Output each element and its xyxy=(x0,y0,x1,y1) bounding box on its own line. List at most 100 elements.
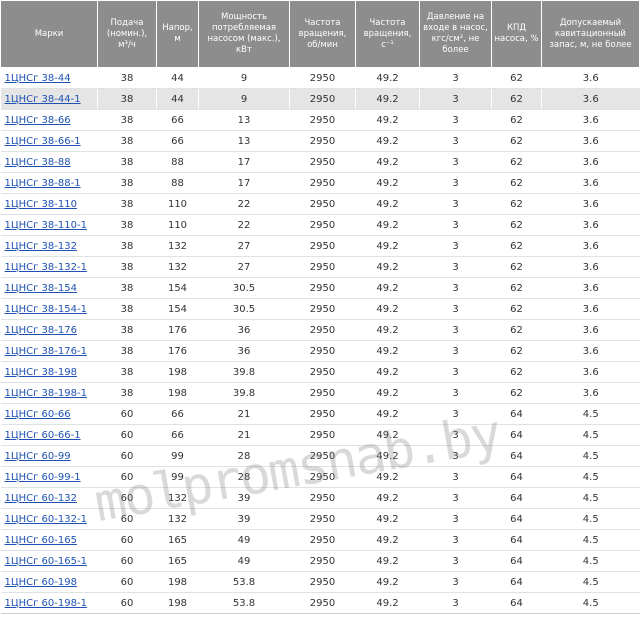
value-cell: 39 xyxy=(198,508,290,530)
model-link[interactable]: 1ЦНСг 60-198-1 xyxy=(5,598,87,609)
model-link[interactable]: 1ЦНСг 38-132 xyxy=(5,241,77,252)
value-cell: 154 xyxy=(156,277,199,299)
value-cell: 53.8 xyxy=(198,592,290,614)
value-cell: 3 xyxy=(419,256,492,278)
value-cell: 3 xyxy=(419,298,492,320)
model-link[interactable]: 1ЦНСг 60-99 xyxy=(5,451,71,462)
value-cell: 38 xyxy=(97,235,157,257)
value-cell: 3 xyxy=(419,151,492,173)
model-link[interactable]: 1ЦНСг 38-176-1 xyxy=(5,346,87,357)
value-cell: 49.2 xyxy=(355,130,420,152)
model-cell: 1ЦНСг 60-198-1 xyxy=(0,592,98,614)
value-cell: 2950 xyxy=(289,298,356,320)
value-cell: 49.2 xyxy=(355,319,420,341)
value-cell: 3 xyxy=(419,193,492,215)
value-cell: 62 xyxy=(491,382,542,404)
value-cell: 17 xyxy=(198,172,290,194)
value-cell: 3 xyxy=(419,466,492,488)
model-link[interactable]: 1ЦНСг 38-154-1 xyxy=(5,304,87,315)
model-link[interactable]: 1ЦНСг 60-66 xyxy=(5,409,71,420)
value-cell: 4.5 xyxy=(541,508,640,530)
table-row: 1ЦНСг 38-110 38 110 22 2950 49.2 3 62 3.6 xyxy=(0,193,640,215)
value-cell: 49.2 xyxy=(355,466,420,488)
model-link[interactable]: 1ЦНСг 60-99-1 xyxy=(5,472,81,483)
table-row: 1ЦНСг 38-66-1 38 66 13 2950 49.2 3 62 3.6 xyxy=(0,130,640,152)
table-row: 1ЦНСг 38-176 38 176 36 2950 49.2 3 62 3.6 xyxy=(0,319,640,341)
value-cell: 49.2 xyxy=(355,382,420,404)
value-cell: 60 xyxy=(97,403,157,425)
value-cell: 3 xyxy=(419,235,492,257)
value-cell: 38 xyxy=(97,130,157,152)
value-cell: 4.5 xyxy=(541,592,640,614)
value-cell: 66 xyxy=(156,130,199,152)
value-cell: 21 xyxy=(198,424,290,446)
value-cell: 64 xyxy=(491,571,542,593)
value-cell: 2950 xyxy=(289,424,356,446)
value-cell: 2950 xyxy=(289,319,356,341)
model-link[interactable]: 1ЦНСг 38-66 xyxy=(5,115,71,126)
model-link[interactable]: 1ЦНСг 60-165-1 xyxy=(5,556,87,567)
model-cell: 1ЦНСг 60-99 xyxy=(0,445,98,467)
value-cell: 60 xyxy=(97,592,157,614)
model-link[interactable]: 1ЦНСг 60-66-1 xyxy=(5,430,81,441)
value-cell: 22 xyxy=(198,193,290,215)
value-cell: 9 xyxy=(198,67,290,89)
value-cell: 2950 xyxy=(289,592,356,614)
value-cell: 62 xyxy=(491,130,542,152)
value-cell: 38 xyxy=(97,214,157,236)
model-link[interactable]: 1ЦНСг 38-154 xyxy=(5,283,77,294)
model-cell: 1ЦНСг 38-88-1 xyxy=(0,172,98,194)
value-cell: 49.2 xyxy=(355,214,420,236)
value-cell: 2950 xyxy=(289,256,356,278)
table-row: 1ЦНСг 60-99 60 99 28 2950 49.2 3 64 4.5 xyxy=(0,445,640,467)
model-link[interactable]: 1ЦНСг 60-132 xyxy=(5,493,77,504)
col-header-head: Напор, м xyxy=(156,0,199,68)
value-cell: 3.6 xyxy=(541,130,640,152)
value-cell: 49.2 xyxy=(355,67,420,89)
value-cell: 21 xyxy=(198,403,290,425)
value-cell: 2950 xyxy=(289,67,356,89)
value-cell: 60 xyxy=(97,571,157,593)
value-cell: 53.8 xyxy=(198,571,290,593)
value-cell: 2950 xyxy=(289,508,356,530)
value-cell: 3 xyxy=(419,88,492,110)
model-link[interactable]: 1ЦНСг 38-44-1 xyxy=(5,94,81,105)
table-row: 1ЦНСг 60-132 60 132 39 2950 49.2 3 64 4.5 xyxy=(0,487,640,509)
model-link[interactable]: 1ЦНСг 38-88 xyxy=(5,157,71,168)
model-link[interactable]: 1ЦНСг 60-198 xyxy=(5,577,77,588)
model-cell: 1ЦНСг 38-132-1 xyxy=(0,256,98,278)
model-link[interactable]: 1ЦНСг 38-110-1 xyxy=(5,220,87,231)
value-cell: 44 xyxy=(156,88,199,110)
value-cell: 3 xyxy=(419,508,492,530)
value-cell: 2950 xyxy=(289,529,356,551)
value-cell: 39.8 xyxy=(198,382,290,404)
model-link[interactable]: 1ЦНСг 38-66-1 xyxy=(5,136,81,147)
value-cell: 3.6 xyxy=(541,277,640,299)
value-cell: 88 xyxy=(156,151,199,173)
pump-specs-table: Марки Подача (номин.), м³/ч Напор, м Мощ… xyxy=(0,0,640,614)
model-link[interactable]: 1ЦНСг 38-44 xyxy=(5,73,71,84)
model-link[interactable]: 1ЦНСг 38-132-1 xyxy=(5,262,87,273)
value-cell: 2950 xyxy=(289,487,356,509)
value-cell: 38 xyxy=(97,277,157,299)
value-cell: 198 xyxy=(156,571,199,593)
value-cell: 49.2 xyxy=(355,151,420,173)
value-cell: 3.6 xyxy=(541,88,640,110)
model-link[interactable]: 1ЦНСг 38-110 xyxy=(5,199,77,210)
value-cell: 3 xyxy=(419,445,492,467)
value-cell: 66 xyxy=(156,424,199,446)
value-cell: 2950 xyxy=(289,571,356,593)
value-cell: 3.6 xyxy=(541,109,640,131)
value-cell: 17 xyxy=(198,151,290,173)
model-link[interactable]: 1ЦНСг 38-198-1 xyxy=(5,388,87,399)
model-link[interactable]: 1ЦНСг 38-198 xyxy=(5,367,77,378)
model-link[interactable]: 1ЦНСг 38-176 xyxy=(5,325,77,336)
value-cell: 22 xyxy=(198,214,290,236)
model-link[interactable]: 1ЦНСг 60-165 xyxy=(5,535,77,546)
col-header-mark: Марки xyxy=(0,0,98,68)
value-cell: 3.6 xyxy=(541,319,640,341)
model-link[interactable]: 1ЦНСг 60-132-1 xyxy=(5,514,87,525)
table-row: 1ЦНСг 38-154-1 38 154 30.5 2950 49.2 3 62 3.6 xyxy=(0,298,640,320)
value-cell: 49.2 xyxy=(355,88,420,110)
model-link[interactable]: 1ЦНСг 38-88-1 xyxy=(5,178,81,189)
